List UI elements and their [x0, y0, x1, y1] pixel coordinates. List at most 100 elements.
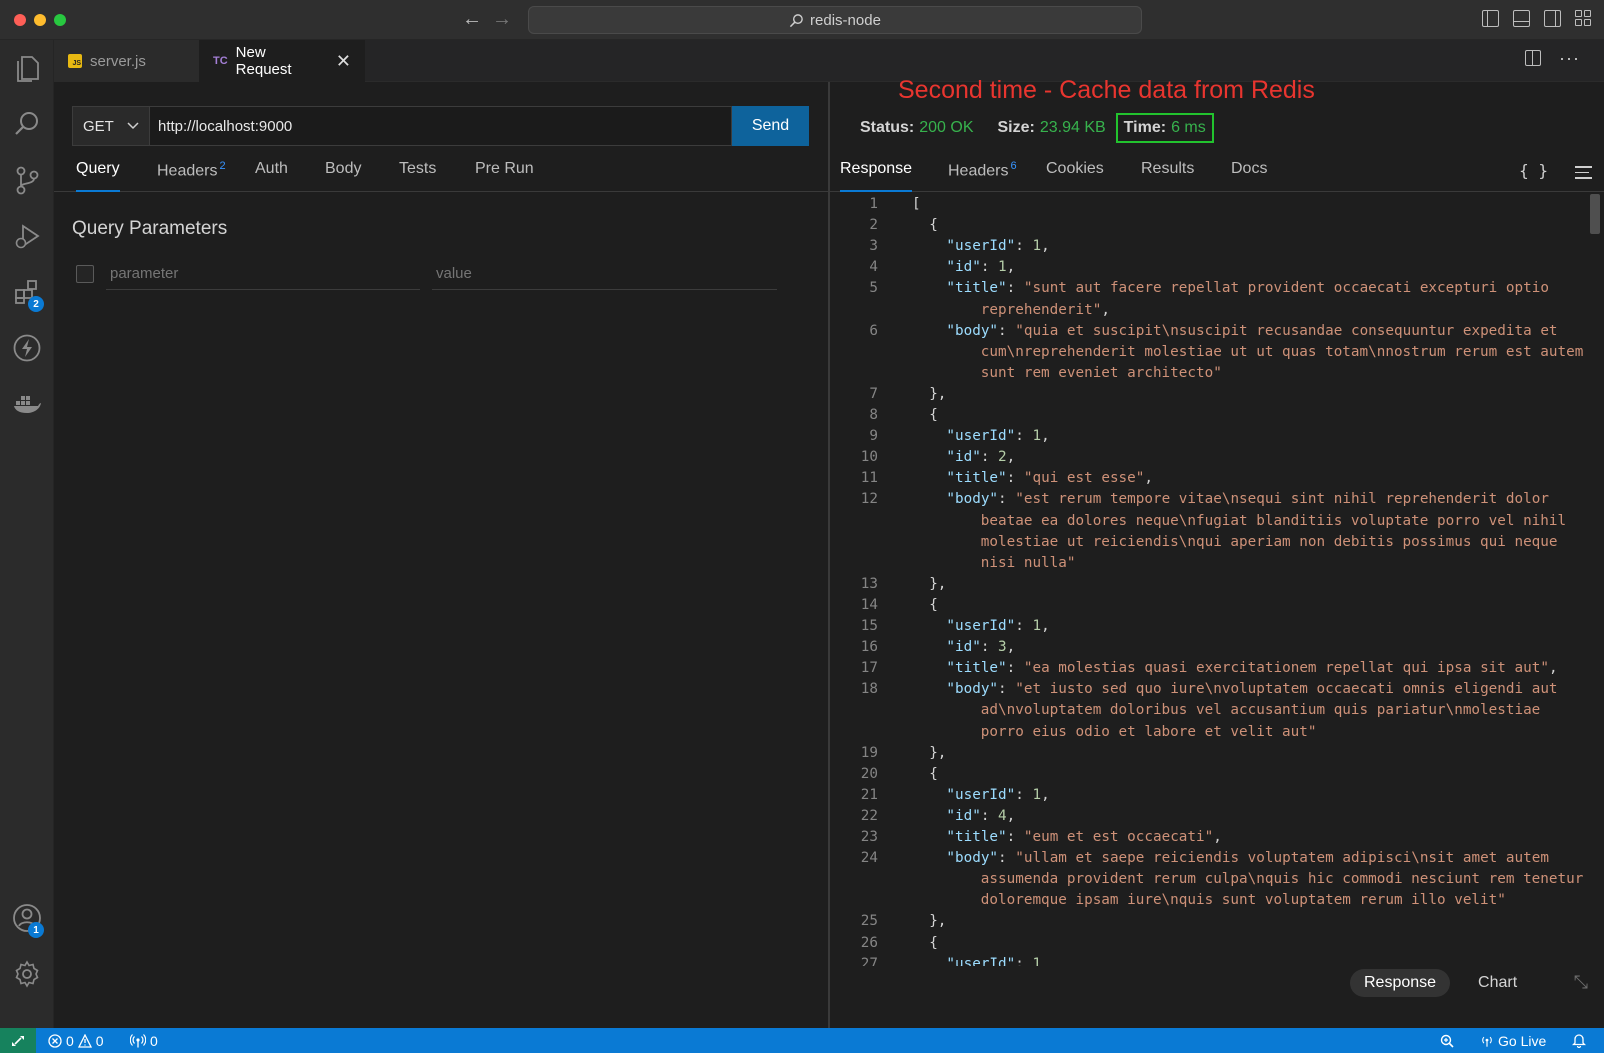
time-label: Time:: [1123, 119, 1167, 136]
line-content: "userId": 1,: [946, 426, 1049, 447]
warning-count: 0: [95, 1032, 104, 1049]
tab-results[interactable]: Results: [1141, 160, 1194, 192]
tab-response[interactable]: Response: [840, 160, 913, 192]
tab-docs[interactable]: Docs: [1231, 160, 1267, 192]
more-actions-icon[interactable]: ···: [1559, 49, 1580, 67]
param-name-input[interactable]: [106, 258, 420, 290]
zoom-indicator[interactable]: [1440, 1028, 1454, 1053]
tab-cookies[interactable]: Cookies: [1046, 160, 1104, 192]
tab-headers[interactable]: Headers 2: [157, 160, 226, 192]
code-token: :: [998, 322, 1016, 339]
ports-indicator[interactable]: 0: [130, 1028, 158, 1053]
size-value: 23.94 KB: [1039, 119, 1106, 136]
code-token: ,: [1006, 259, 1016, 276]
forward-arrow-icon[interactable]: →: [491, 8, 513, 30]
expand-icon[interactable]: ⤡: [1574, 972, 1588, 993]
editor-tab-strip: JS server.js TC New Request ✕ ···: [54, 40, 1604, 82]
remote-indicator-icon[interactable]: [0, 1028, 36, 1053]
ports-count: 0: [150, 1032, 158, 1049]
view-chart-button[interactable]: Chart: [1464, 969, 1531, 997]
line-content: "body": "est rerum tempore vitae\nsequi …: [946, 489, 1549, 510]
tab-pre-run[interactable]: Pre Run: [475, 160, 534, 192]
word-wrap-icon[interactable]: [1575, 166, 1592, 179]
method-select[interactable]: GET: [72, 106, 150, 146]
problems-indicator[interactable]: 0 0: [48, 1028, 104, 1053]
customize-layout-icon[interactable]: [1575, 10, 1592, 27]
back-arrow-icon[interactable]: ←: [461, 8, 483, 30]
param-value-input[interactable]: [432, 258, 777, 290]
code-line: 8{: [830, 405, 1590, 426]
code-line: 13},: [830, 574, 1590, 595]
zoom-icon: [1440, 1034, 1454, 1048]
line-content: "title": "sunt aut facere repellat provi…: [946, 278, 1549, 299]
thunder-client-icon[interactable]: [0, 320, 54, 376]
maximize-window-button[interactable]: [54, 14, 66, 26]
toggle-primary-sidebar-icon[interactable]: [1482, 10, 1499, 27]
code-token: :: [980, 807, 999, 824]
error-count: 0: [66, 1032, 74, 1049]
extensions-icon[interactable]: 2: [0, 264, 54, 320]
code-line: 6 "body": "quia et suscipit\nsuscipit rec…: [830, 321, 1590, 342]
param-enable-checkbox[interactable]: [76, 265, 94, 283]
notifications-bell-icon[interactable]: [1572, 1028, 1586, 1053]
tab-new-request[interactable]: TC New Request ✕: [199, 40, 365, 82]
code-token: 1: [1032, 618, 1042, 634]
code-token: 1: [1032, 955, 1042, 966]
line-number: 5: [869, 280, 878, 297]
url-input[interactable]: [150, 106, 732, 146]
format-json-icon[interactable]: { }: [1519, 161, 1548, 180]
close-window-button[interactable]: [14, 14, 26, 26]
code-line: nisi nulla": [830, 553, 1590, 574]
error-icon: [48, 1033, 62, 1048]
go-live-button[interactable]: Go Live: [1480, 1028, 1546, 1053]
line-number: 19: [860, 744, 878, 761]
line-number: 13: [860, 575, 878, 592]
tab-body[interactable]: Body: [325, 160, 361, 192]
code-token: "id": [946, 639, 981, 656]
source-control-icon[interactable]: [0, 152, 54, 208]
code-line: 23 "title": "eum et est occaecati",: [830, 827, 1590, 848]
scrollbar-thumb[interactable]: [1590, 194, 1600, 234]
line-content: "title": "qui est esse",: [946, 468, 1153, 489]
line-number: 12: [860, 491, 878, 508]
code-token: doloremque ipsam iure\nquis sunt volupta…: [980, 892, 1506, 909]
line-content: "userId": 1: [946, 954, 1041, 966]
line-number: 14: [860, 596, 878, 613]
tab-tests[interactable]: Tests: [399, 160, 436, 192]
tab-server-js[interactable]: JS server.js: [54, 40, 199, 82]
toggle-secondary-sidebar-icon[interactable]: [1544, 10, 1561, 27]
code-line: reprehenderit",: [830, 300, 1590, 321]
command-center-search[interactable]: redis-node: [528, 6, 1142, 34]
tab-response-headers[interactable]: Headers 6: [948, 160, 1017, 192]
code-token: {: [929, 596, 938, 613]
code-token: ,: [1041, 428, 1050, 445]
accounts-icon[interactable]: 1: [0, 890, 54, 946]
code-token: nisi nulla": [980, 554, 1076, 571]
code-line: 27 "userId": 1: [830, 954, 1590, 966]
code-token: {: [929, 765, 938, 782]
docker-icon[interactable]: [0, 376, 54, 432]
tab-auth[interactable]: Auth: [255, 160, 288, 192]
code-token: :: [1015, 955, 1033, 966]
split-editor-icon[interactable]: [1525, 50, 1542, 66]
code-line: 24 "body": "ullam et saepe reiciendis vol…: [830, 848, 1590, 869]
code-token: :: [1015, 238, 1033, 255]
minimize-window-button[interactable]: [34, 14, 46, 26]
code-token: :: [980, 449, 999, 466]
code-line: 3 "userId": 1,: [830, 236, 1590, 257]
line-content: "id": 1,: [946, 257, 1015, 278]
explorer-icon[interactable]: [0, 40, 54, 96]
search-icon[interactable]: [0, 96, 54, 152]
code-line: 9 "userId": 1,: [830, 426, 1590, 447]
send-button[interactable]: Send: [732, 106, 809, 146]
close-icon[interactable]: ✕: [336, 51, 351, 72]
view-response-button[interactable]: Response: [1350, 969, 1451, 997]
code-line: 18 "body": "et iusto sed quo iure\nvolupt…: [830, 679, 1590, 700]
code-token: "body": [946, 491, 999, 508]
settings-gear-icon[interactable]: [0, 946, 54, 1002]
toggle-panel-icon[interactable]: [1513, 10, 1530, 27]
tab-query[interactable]: Query: [76, 160, 120, 192]
request-tabs: Query Headers 2 Auth Body Tests Pre Run: [54, 156, 828, 192]
code-token: "body": [946, 322, 999, 339]
run-debug-icon[interactable]: [0, 208, 54, 264]
